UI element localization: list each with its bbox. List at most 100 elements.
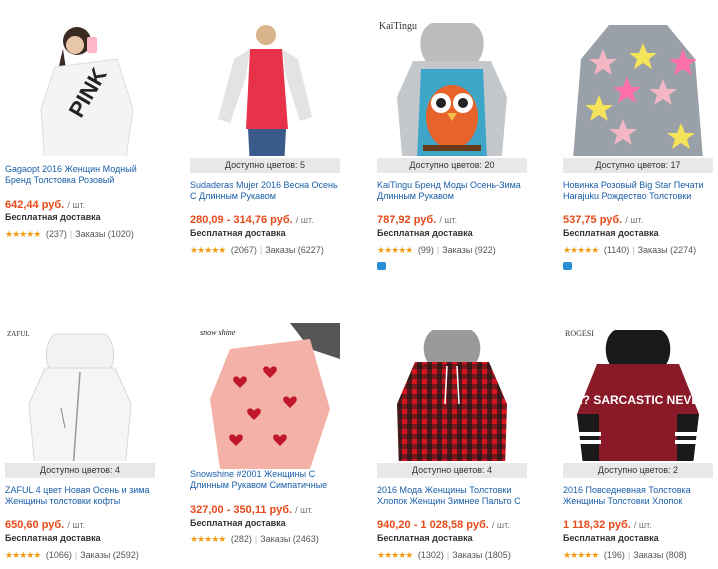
- price-value: 642,44 руб.: [5, 199, 65, 211]
- product-image[interactable]: KaiTingu: [377, 8, 527, 156]
- review-count[interactable]: (1302): [418, 550, 444, 560]
- review-count[interactable]: (2067): [231, 245, 257, 255]
- review-count[interactable]: (196): [604, 550, 625, 560]
- price-value: 537,75 руб.: [563, 214, 623, 226]
- orders-count[interactable]: Заказы (2463): [260, 534, 319, 544]
- price-unit: / шт.: [67, 200, 86, 210]
- product-title[interactable]: KaiTingu Бренд Моды Осень-Зима Длинным Р…: [377, 180, 529, 202]
- product-card[interactable]: KaiTingu Доступно цветов: 20 KaiTingu Бр…: [377, 0, 527, 270]
- shipping-label: Бесплатная доставка: [190, 228, 286, 238]
- product-grid: PINK Gagaopt 2016 Женщин Модный Бренд То…: [0, 0, 718, 569]
- product-card[interactable]: ZAFUL Доступно цветов: 4 ZAFUL 4 цвет Но…: [5, 305, 155, 565]
- brand-logo: ROGESI: [565, 329, 594, 338]
- product-image[interactable]: snow shine: [190, 313, 340, 471]
- product-image[interactable]: ROGESI ME? SARCASTIC NEVER.: [563, 313, 713, 461]
- orders-count[interactable]: Заказы (922): [442, 245, 496, 255]
- product-price: 642,44 руб. / шт.: [5, 199, 85, 211]
- product-title[interactable]: 2016 Мода Женщины Толстовки Хлопок Женщи…: [377, 485, 529, 507]
- review-count[interactable]: (1066): [46, 550, 72, 560]
- heart-sweatshirt-photo: snow shine: [190, 319, 340, 471]
- shipping-label: Бесплатная доставка: [563, 533, 659, 543]
- review-count[interactable]: (237): [46, 229, 67, 239]
- star-sweatshirt-photo: [563, 19, 713, 156]
- product-card[interactable]: Доступно цветов: 5 Sudaderas Mujer 2016 …: [190, 0, 342, 255]
- colors-available: Доступно цветов: 17: [563, 158, 713, 173]
- price-value: 787,92 руб.: [377, 214, 437, 226]
- review-count[interactable]: (282): [231, 534, 252, 544]
- product-title[interactable]: Gagaopt 2016 Женщин Модный Бренд Толстов…: [5, 164, 157, 186]
- product-image[interactable]: [190, 8, 340, 156]
- colors-available: Доступно цветов: 4: [5, 463, 155, 478]
- price-unit: / шт.: [67, 520, 86, 530]
- orders-count[interactable]: Заказы (6227): [265, 245, 324, 255]
- chat-icon[interactable]: [563, 262, 572, 270]
- review-count[interactable]: (99): [418, 245, 434, 255]
- shipping-label: Бесплатная доставка: [190, 518, 286, 528]
- shipping-label: Бесплатная доставка: [5, 533, 101, 543]
- colors-available: Доступно цветов: 4: [377, 463, 527, 478]
- product-image[interactable]: PINK: [5, 8, 155, 156]
- plaid-hoodie-photo: [377, 324, 527, 461]
- colors-available: Доступно цветов: 2: [563, 463, 713, 478]
- product-card[interactable]: Доступно цветов: 17 Новинка Розовый Big …: [563, 0, 713, 270]
- colors-available: Доступно цветов: 20: [377, 158, 527, 173]
- price-value: 650,60 руб.: [5, 519, 65, 531]
- white-jacket-photo: ZAFUL: [5, 324, 155, 461]
- rating-row: ★★★★★ (99) | Заказы (922): [377, 245, 496, 255]
- rating-stars-icon: ★★★★★: [190, 245, 226, 255]
- price-unit: / шт.: [295, 215, 314, 225]
- rating-row: ★★★★★ (1066) | Заказы (2592): [5, 550, 139, 560]
- product-card[interactable]: Доступно цветов: 4 2016 Мода Женщины Тол…: [377, 305, 527, 565]
- review-count[interactable]: (1140): [604, 245, 629, 255]
- product-price: 327,00 - 350,11 руб. / шт.: [190, 504, 313, 516]
- orders-count[interactable]: Заказы (1805): [452, 550, 511, 560]
- product-title[interactable]: 2016 Повседневная Толстовка Женщины Толс…: [563, 485, 715, 507]
- product-title[interactable]: ZAFUL 4 цвет Новая Осень и зима Женщины …: [5, 485, 157, 507]
- price-unit: / шт.: [633, 520, 652, 530]
- orders-count[interactable]: Заказы (2274): [638, 245, 697, 255]
- product-image[interactable]: ZAFUL: [5, 313, 155, 461]
- sweatshirt-photo: [190, 19, 340, 156]
- product-title[interactable]: Sudaderas Mujer 2016 Весна Осень С Длинн…: [190, 180, 342, 202]
- price-value: 940,20 - 1 028,58 руб.: [377, 519, 489, 531]
- brand-logo: KaiTingu: [379, 21, 417, 32]
- rating-stars-icon: ★★★★★: [563, 245, 599, 255]
- price-unit: / шт.: [295, 505, 313, 515]
- rating-stars-icon: ★★★★★: [377, 245, 413, 255]
- price-unit: / шт.: [625, 215, 644, 225]
- rating-row: ★★★★★ (237) | Заказы (1020): [5, 229, 134, 239]
- orders-count[interactable]: Заказы (808): [633, 550, 687, 560]
- price-unit: / шт.: [439, 215, 458, 225]
- shipping-label: Бесплатная доставка: [377, 228, 473, 238]
- orders-count[interactable]: Заказы (1020): [75, 229, 134, 239]
- price-value: 280,09 - 314,76 руб.: [190, 214, 293, 226]
- product-image[interactable]: [563, 8, 713, 156]
- orders-count[interactable]: Заказы (2592): [80, 550, 139, 560]
- product-card[interactable]: ROGESI ME? SARCASTIC NEVER. Доступно цве…: [563, 305, 713, 565]
- product-price: 280,09 - 314,76 руб. / шт.: [190, 214, 314, 226]
- rating-stars-icon: ★★★★★: [5, 550, 41, 560]
- product-price: 650,60 руб. / шт.: [5, 519, 85, 531]
- rating-row: ★★★★★ (1140) | Заказы (2274): [563, 245, 697, 255]
- product-image[interactable]: [377, 313, 527, 461]
- rating-stars-icon: ★★★★★: [377, 550, 413, 560]
- product-card[interactable]: snow shine Snowshine #2001 Женщины С Дли…: [190, 305, 340, 565]
- product-title[interactable]: Новинка Розовый Big Star Печати Harajuku…: [563, 180, 715, 202]
- product-price: 1 118,32 руб. / шт.: [563, 519, 652, 531]
- price-unit: / шт.: [491, 520, 510, 530]
- rating-stars-icon: ★★★★★: [5, 229, 41, 239]
- chat-icon[interactable]: [377, 262, 386, 270]
- brand-logo: snow shine: [200, 328, 236, 337]
- product-price: 940,20 - 1 028,58 руб. / шт.: [377, 519, 510, 531]
- product-title[interactable]: Snowshine #2001 Женщины С Длинным Рукаво…: [190, 469, 342, 491]
- hoodie-photo: PINK: [5, 19, 155, 156]
- product-card[interactable]: PINK Gagaopt 2016 Женщин Модный Бренд То…: [5, 0, 155, 250]
- brand-logo: ZAFUL: [7, 330, 30, 338]
- shipping-label: Бесплатная доставка: [5, 212, 101, 222]
- svg-text:ME? SARCASTIC NEVER.: ME? SARCASTIC NEVER.: [565, 393, 712, 407]
- colors-available: Доступно цветов: 5: [190, 158, 340, 173]
- sarcastic-hoodie-photo: ROGESI ME? SARCASTIC NEVER.: [563, 324, 713, 461]
- product-price: 787,92 руб. / шт.: [377, 214, 457, 226]
- rating-stars-icon: ★★★★★: [563, 550, 599, 560]
- rating-row: ★★★★★ (2067) | Заказы (6227): [190, 245, 324, 255]
